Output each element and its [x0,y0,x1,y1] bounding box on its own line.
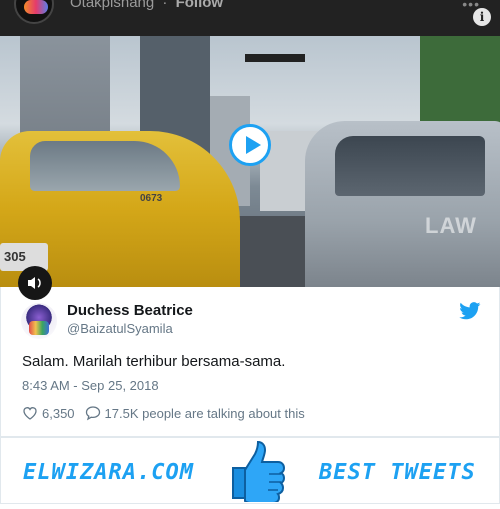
taxi-window [30,141,180,191]
like-count[interactable]: 6,350 [42,406,75,421]
speaker-icon[interactable] [18,266,52,300]
user-handle[interactable]: @BaizatulSyamila [67,321,173,336]
video-player[interactable]: 305 0673 LAW Otakpishang · Follow ••• i [0,0,500,287]
twitter-bird-icon[interactable] [459,302,481,320]
tweet-text: Salam. Marilah terhibur bersama-sama. [22,353,286,370]
tweet-timestamp[interactable]: 8:43 AM - Sep 25, 2018 [22,378,159,393]
van-car [305,121,500,287]
avatar[interactable] [21,303,57,339]
owner-avatar[interactable] [14,0,54,24]
van-window [335,136,485,196]
banner-site-name[interactable]: ELWIZARA.COM [23,460,194,485]
banner-tagline[interactable]: BEST TWEETS [319,460,476,485]
heart-icon[interactable] [22,405,38,421]
tweet-body: Duchess Beatrice @BaizatulSyamila Salam.… [0,287,500,437]
owner-name[interactable]: Otakpishang · Follow [70,0,223,11]
promo-banner: ELWIZARA.COM BEST TWEETS [0,437,500,504]
video-header: Otakpishang · Follow ••• i [0,0,500,36]
thumbs-up-icon [232,440,286,502]
info-icon[interactable]: i [473,8,491,26]
taxi-number: 0673 [140,193,163,204]
tweet-actions: 6,350 17.5K people are talking about thi… [22,405,305,421]
taxi-car: 305 0673 [0,131,240,287]
display-name[interactable]: Duchess Beatrice [67,302,193,319]
speech-bubble-icon[interactable] [85,405,101,421]
traffic-light [245,54,305,62]
follow-link[interactable]: Follow [176,0,224,11]
video-watermark: LAW [425,213,477,238]
play-button[interactable] [229,124,271,166]
talking-about-link[interactable]: 17.5K people are talking about this [105,406,305,421]
tweet-embed-card: 305 0673 LAW Otakpishang · Follow ••• i [0,0,500,509]
